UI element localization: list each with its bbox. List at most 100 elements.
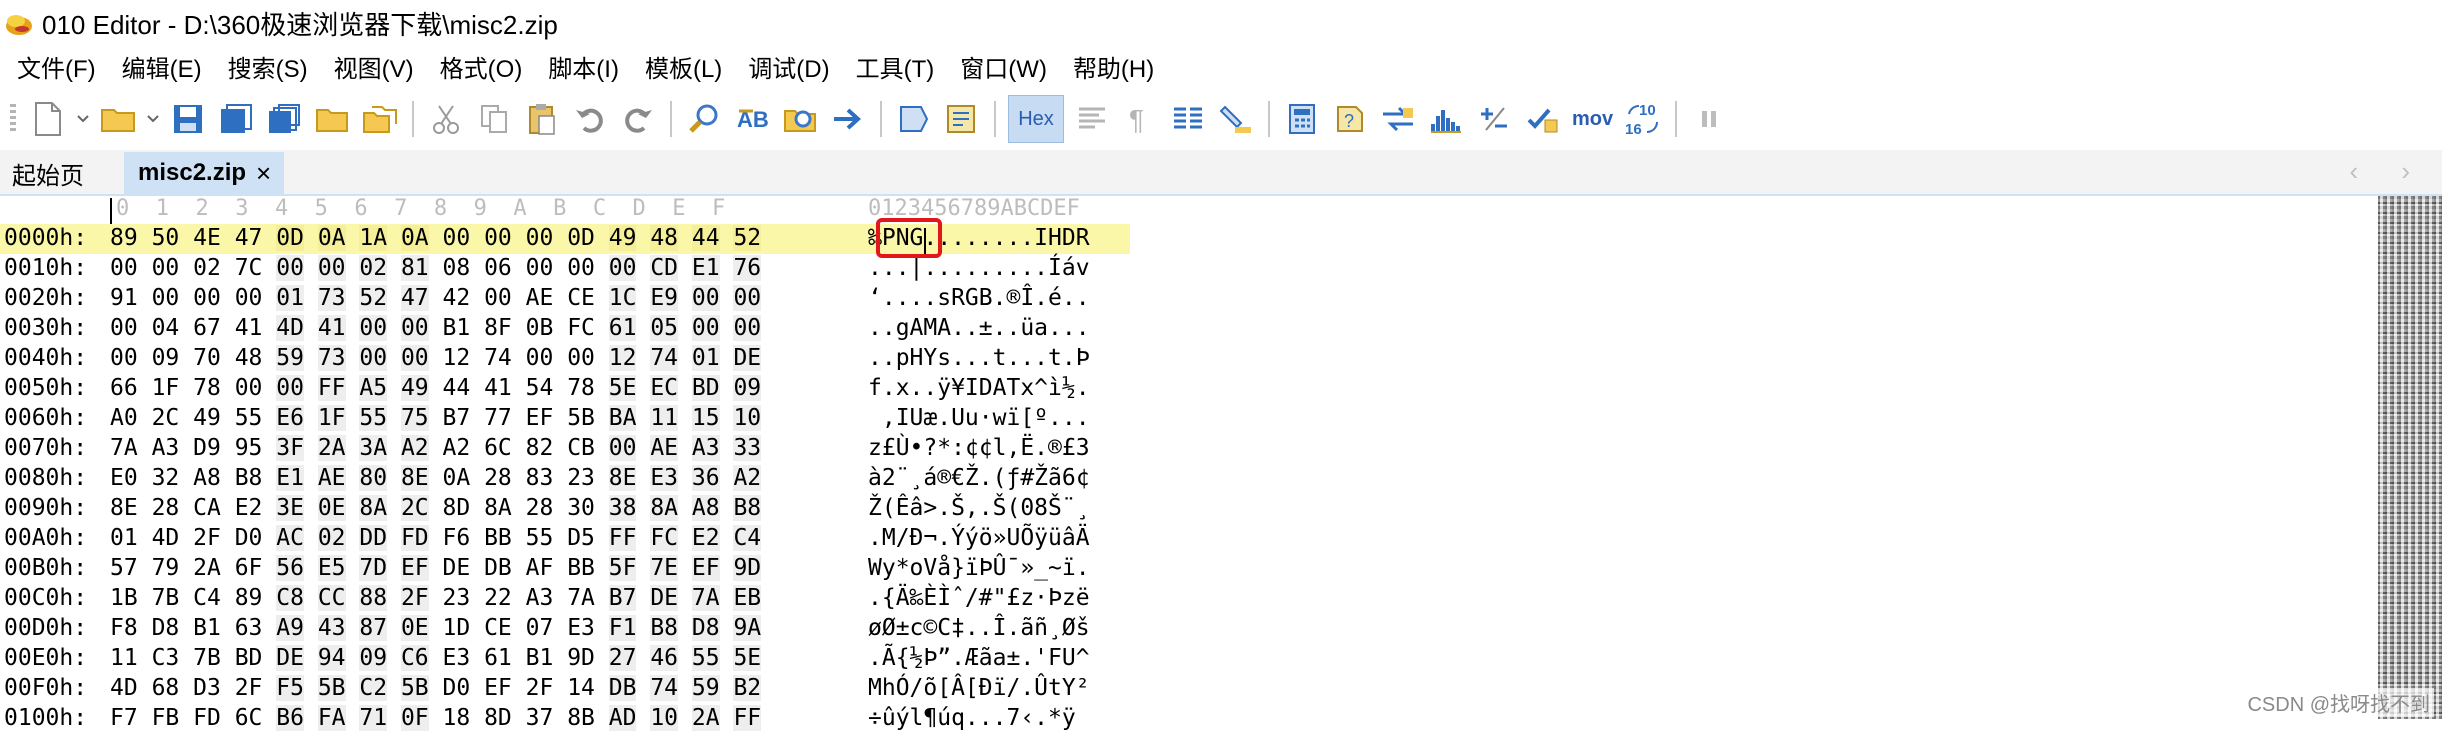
byte-cell[interactable]: 04 [152, 315, 180, 341]
byte-cell[interactable]: E0 [110, 465, 138, 491]
byte-cell[interactable]: 36 [691, 465, 720, 491]
byte-cell[interactable]: 7B [193, 645, 221, 671]
byte-cell[interactable]: 14 [567, 675, 595, 701]
hex-row[interactable]: 0010h: 00 00 02 7C 00 00 02 81 08 06 00 0… [0, 254, 1130, 284]
byte-cell[interactable]: 0D [567, 225, 595, 251]
byte-cell[interactable]: AE [317, 465, 346, 491]
byte-cell[interactable]: 95 [235, 435, 263, 461]
row-bytes[interactable]: F8 D8 B1 63 A9 43 87 0E 1D CE 07 E3 F1 B… [110, 615, 762, 641]
byte-cell[interactable]: 32 [152, 465, 180, 491]
byte-cell[interactable]: 3F [276, 435, 304, 461]
byte-cell[interactable]: D5 [567, 525, 595, 551]
byte-cell[interactable]: 54 [526, 375, 554, 401]
byte-cell[interactable]: A2 [443, 435, 471, 461]
folder-group-icon[interactable] [360, 99, 400, 139]
byte-cell[interactable]: 6F [235, 555, 263, 581]
byte-cell[interactable]: 88 [359, 585, 388, 611]
byte-cell[interactable]: 00 [152, 285, 180, 311]
open-folder-icon[interactable] [98, 99, 138, 139]
bookmark-list-icon[interactable] [942, 99, 982, 139]
histogram-icon[interactable] [1426, 99, 1466, 139]
byte-cell[interactable]: A5 [359, 375, 388, 401]
byte-cell[interactable]: EC [650, 375, 679, 401]
byte-cell[interactable]: BA [608, 405, 637, 431]
dropdown-chevron-icon[interactable] [76, 99, 90, 139]
byte-cell[interactable]: 87 [359, 615, 388, 641]
byte-cell[interactable]: 30 [567, 495, 595, 521]
byte-cell[interactable]: 11 [650, 405, 679, 431]
row-ascii[interactable]: .{Ä‰ÈÌˆ/#"£z·Þzë [868, 585, 1090, 611]
byte-cell[interactable]: 8D [484, 705, 512, 731]
byte-cell[interactable]: B8 [733, 495, 762, 521]
byte-cell[interactable]: 8E [400, 465, 429, 491]
row-ascii[interactable]: .Ã{½Þ”.Æãa±.'FU^ [868, 645, 1090, 671]
inspector-icon[interactable]: ? [1330, 99, 1370, 139]
menu-window[interactable]: 窗口(W) [960, 49, 1047, 84]
file-overview-minimap[interactable] [2378, 196, 2442, 719]
byte-cell[interactable]: 49 [608, 225, 637, 251]
row-ascii[interactable]: .M/Ð¬.Ýýö»UÕÿüâÄ [868, 525, 1090, 551]
byte-cell[interactable]: 59 [276, 345, 304, 371]
byte-cell[interactable]: B7 [443, 405, 471, 431]
byte-cell[interactable]: 11 [110, 645, 138, 671]
byte-cell[interactable]: DD [359, 525, 388, 551]
byte-cell[interactable]: 09 [733, 375, 762, 401]
byte-cell[interactable]: DE [443, 555, 471, 581]
byte-cell[interactable]: 71 [359, 705, 388, 731]
menu-template[interactable]: 模板(L) [645, 49, 722, 84]
byte-cell[interactable]: EF [400, 555, 429, 581]
byte-cell[interactable]: E3 [650, 465, 679, 491]
byte-cell[interactable]: 05 [650, 315, 679, 341]
byte-cell[interactable]: 44 [691, 225, 720, 251]
byte-cell[interactable]: 78 [193, 375, 221, 401]
tab-scroll-arrows[interactable]: ‹ › [2349, 156, 2428, 187]
byte-cell[interactable]: D0 [443, 675, 471, 701]
byte-cell[interactable]: E3 [443, 645, 471, 671]
menu-edit[interactable]: 编辑(E) [122, 49, 202, 84]
calculator-icon[interactable] [1282, 99, 1322, 139]
byte-cell[interactable]: 00 [443, 225, 471, 251]
byte-cell[interactable]: BD [691, 375, 720, 401]
row-ascii[interactable]: ÷ûýl¶úq...7‹.*ÿ [868, 705, 1076, 731]
byte-cell[interactable]: 55 [235, 405, 263, 431]
byte-cell[interactable]: 2A [691, 705, 720, 731]
byte-cell[interactable]: 47 [400, 285, 429, 311]
byte-cell[interactable]: 28 [526, 495, 554, 521]
byte-cell[interactable]: DE [650, 585, 679, 611]
copy-icon[interactable] [474, 99, 514, 139]
byte-cell[interactable]: 6C [484, 435, 512, 461]
byte-cell[interactable]: 63 [235, 615, 263, 641]
hex-row[interactable]: 00E0h: 11 C3 7B BD DE 94 09 C6 E3 61 B1 9… [0, 644, 1130, 674]
menu-tools[interactable]: 工具(T) [856, 49, 935, 84]
byte-cell[interactable]: B6 [276, 705, 304, 731]
row-bytes[interactable]: 8E 28 CA E2 3E 0E 8A 2C 8D 8A 28 30 38 8… [110, 495, 762, 521]
byte-cell[interactable]: 00 [359, 315, 388, 341]
byte-cell[interactable]: 66 [110, 375, 138, 401]
byte-cell[interactable]: 49 [193, 405, 221, 431]
byte-cell[interactable]: B2 [733, 675, 762, 701]
byte-cell[interactable]: D9 [193, 435, 221, 461]
redo-icon[interactable] [618, 99, 658, 139]
save-as-icon[interactable] [216, 99, 256, 139]
byte-cell[interactable]: A2 [400, 435, 429, 461]
byte-cell[interactable]: CD [650, 255, 679, 281]
hex-row[interactable]: 00A0h: 01 4D 2F D0 AC 02 DD FD F6 BB 55 D… [0, 524, 1130, 554]
byte-cell[interactable]: CB [567, 435, 595, 461]
byte-cell[interactable]: 5B [400, 675, 429, 701]
byte-cell[interactable]: 78 [567, 375, 595, 401]
byte-cell[interactable]: 02 [359, 255, 388, 281]
byte-cell[interactable]: 00 [608, 435, 637, 461]
byte-cell[interactable]: 41 [317, 315, 346, 341]
byte-cell[interactable]: F5 [276, 675, 304, 701]
row-ascii[interactable]: z£Ù•?*:¢¢l‚Ë.®£3 [868, 435, 1090, 461]
byte-cell[interactable]: 02 [193, 255, 221, 281]
byte-cell[interactable]: 10 [733, 405, 762, 431]
byte-cell[interactable]: 52 [359, 285, 388, 311]
byte-cell[interactable]: FD [193, 705, 221, 731]
row-ascii[interactable]: MhÓ/õ[Â[Ðï/.ÛtY² [868, 675, 1090, 701]
byte-cell[interactable]: B1 [526, 645, 554, 671]
hex-row[interactable]: 0000h: 89 50 4E 47 0D 0A 1A 0A 00 00 00 0… [0, 224, 1130, 254]
byte-cell[interactable]: A3 [691, 435, 720, 461]
byte-cell[interactable]: 38 [608, 495, 637, 521]
byte-cell[interactable]: 00 [193, 285, 221, 311]
